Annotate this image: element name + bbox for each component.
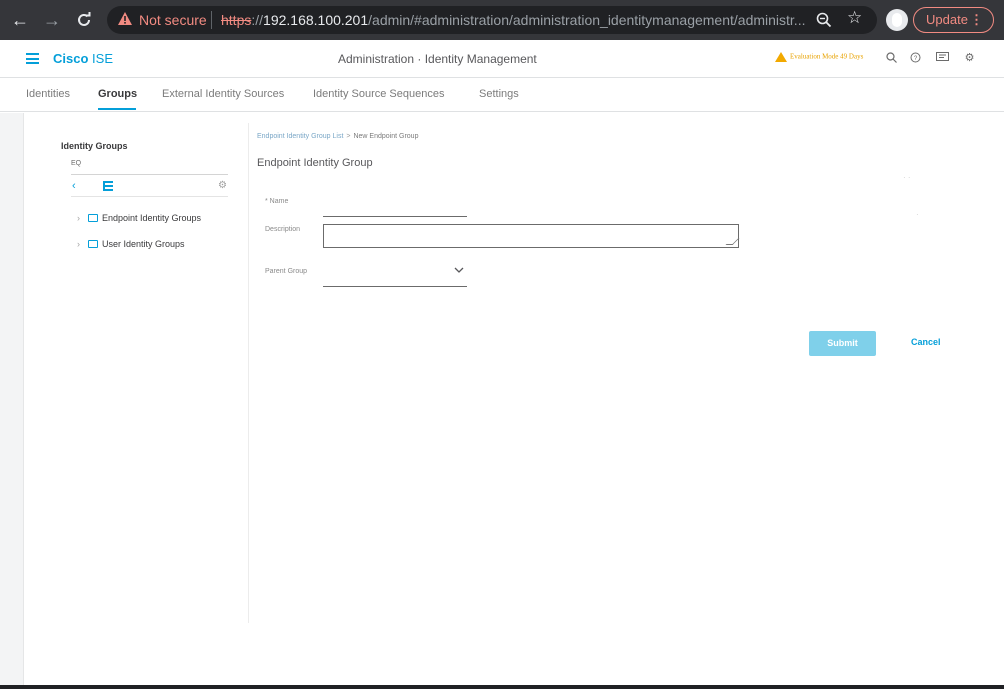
url-text[interactable]: https://192.168.100.201/admin/#administr… bbox=[221, 12, 806, 28]
hamburger-menu-icon[interactable] bbox=[26, 53, 39, 64]
forward-arrow-icon[interactable]: → bbox=[40, 8, 64, 32]
tree-item-label: Endpoint Identity Groups bbox=[102, 213, 202, 223]
cancel-button[interactable]: Cancel bbox=[911, 337, 941, 347]
browser-toolbar: ← → Not secure https://192.168.100.201/a… bbox=[0, 0, 1004, 40]
form-title: Endpoint Identity Group bbox=[257, 157, 373, 169]
name-label: * Name bbox=[265, 198, 289, 205]
tab-groups[interactable]: Groups bbox=[98, 88, 137, 100]
name-input-underline bbox=[323, 216, 467, 217]
decorative-dot: · bbox=[916, 210, 919, 219]
svg-text:?: ? bbox=[914, 56, 918, 62]
update-button[interactable]: Update ⋮ bbox=[913, 7, 994, 33]
decorative-dots: · · bbox=[903, 173, 911, 182]
brand-logo[interactable]: Cisco ISE bbox=[53, 51, 113, 66]
settings-gear-icon[interactable]: ⚙ bbox=[963, 52, 976, 65]
brand-name: Cisco bbox=[53, 51, 89, 66]
search-icon[interactable] bbox=[885, 52, 898, 65]
os-taskbar bbox=[0, 685, 1004, 689]
parent-group-label: Parent Group bbox=[265, 268, 308, 275]
url-separator: :// bbox=[251, 12, 264, 28]
not-secure-label[interactable]: Not secure bbox=[139, 12, 207, 28]
update-label: Update bbox=[926, 12, 968, 27]
notifications-icon[interactable] bbox=[936, 52, 949, 65]
url-protocol: https bbox=[221, 12, 252, 28]
tree-item-label: User Identity Groups bbox=[102, 239, 185, 249]
evaluation-text: Evaluation Mode 49 Days bbox=[790, 52, 864, 61]
url-host: 192.168.100.201 bbox=[263, 12, 369, 28]
app-header: Cisco ISE Administration · Identity Mana… bbox=[0, 40, 1004, 78]
submit-button[interactable]: Submit bbox=[809, 331, 876, 356]
bookmark-star-icon[interactable]: ☆ bbox=[847, 8, 862, 28]
panel-divider bbox=[248, 123, 249, 623]
evaluation-banner[interactable]: Evaluation Mode 49 Days bbox=[775, 52, 863, 62]
breadcrumb-current: New Endpoint Group bbox=[353, 133, 419, 140]
name-input[interactable] bbox=[323, 201, 467, 215]
main-content: Identity Groups EQ ‹ ⚙ › Endpoint Identit… bbox=[0, 113, 1004, 685]
chevron-down-icon[interactable] bbox=[454, 265, 464, 276]
parent-group-underline bbox=[323, 286, 467, 287]
identity-groups-title: Identity Groups bbox=[61, 141, 128, 151]
address-bar[interactable]: Not secure https://192.168.100.201/admin… bbox=[107, 6, 877, 34]
url-path: /admin/#administration/administration_id… bbox=[368, 12, 806, 28]
breadcrumb-link-endpoint-group-list[interactable]: Endpoint Identity Group List bbox=[257, 133, 343, 140]
page-title: Administration · Identity Management bbox=[338, 52, 537, 66]
description-label: Description bbox=[265, 226, 301, 233]
breadcrumb: Endpoint Identity Group List > New Endpoin… bbox=[257, 133, 418, 140]
chevron-right-icon[interactable]: › bbox=[77, 239, 80, 249]
folder-icon bbox=[88, 214, 98, 222]
warning-triangle-icon bbox=[118, 12, 132, 25]
identity-groups-search[interactable]: EQ bbox=[71, 160, 81, 167]
active-tab-indicator bbox=[98, 108, 136, 110]
tab-bar: Identities Groups External Identity Sour… bbox=[0, 79, 1004, 112]
back-arrow-icon[interactable]: ← bbox=[8, 8, 32, 32]
reload-icon[interactable] bbox=[72, 8, 96, 32]
profile-avatar[interactable] bbox=[886, 9, 908, 31]
kebab-menu-icon: ⋮ bbox=[970, 12, 983, 27]
chevron-right-icon[interactable]: › bbox=[77, 213, 80, 223]
toolbar-divider bbox=[71, 196, 228, 197]
left-gutter bbox=[0, 113, 24, 685]
search-underline bbox=[71, 174, 228, 175]
tab-identity-source-sequences[interactable]: Identity Source Sequences bbox=[313, 88, 444, 100]
omnibox-divider bbox=[211, 11, 212, 29]
breadcrumb-separator-icon: > bbox=[346, 133, 351, 140]
tab-external-identity-sources[interactable]: External Identity Sources bbox=[162, 88, 284, 100]
warning-icon bbox=[775, 52, 787, 62]
zoom-icon[interactable] bbox=[815, 11, 833, 29]
tree-view-icon[interactable] bbox=[103, 181, 113, 191]
tab-settings[interactable]: Settings bbox=[479, 88, 519, 100]
brand-product: ISE bbox=[92, 51, 113, 66]
tab-identities[interactable]: Identities bbox=[26, 88, 70, 100]
help-icon[interactable]: ? bbox=[909, 52, 922, 65]
panel-settings-icon[interactable]: ⚙ bbox=[218, 181, 227, 191]
tree-item-endpoint-identity-groups[interactable]: › Endpoint Identity Groups bbox=[77, 213, 201, 223]
description-textarea[interactable] bbox=[323, 224, 739, 248]
parent-group-select[interactable] bbox=[323, 268, 467, 284]
tree-item-user-identity-groups[interactable]: › User Identity Groups bbox=[77, 239, 185, 249]
folder-icon bbox=[88, 240, 98, 248]
chevron-left-icon[interactable]: ‹ bbox=[72, 180, 76, 192]
ise-app: Cisco ISE Administration · Identity Mana… bbox=[0, 40, 1004, 685]
